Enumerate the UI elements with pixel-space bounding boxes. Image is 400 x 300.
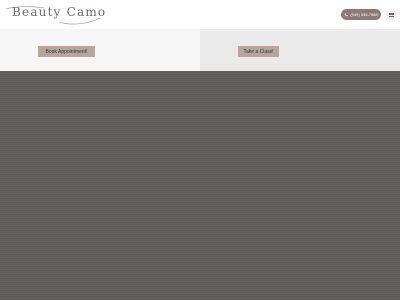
phone-icon — [345, 12, 348, 16]
take-a-class-banner: Take a Class! — [200, 29, 400, 71]
beauty-camo-logo[interactable]: Beauty Camo — [4, 2, 107, 26]
book-appointment-banner: Book Appointment! — [0, 29, 200, 71]
menu-button[interactable] — [386, 9, 397, 20]
hero-section — [0, 71, 400, 300]
logo-text: Beauty Camo — [12, 5, 107, 19]
hamburger-menu-icon — [389, 12, 394, 17]
book-appointment-button[interactable]: Book Appointment! — [38, 46, 95, 57]
take-a-class-button[interactable]: Take a Class! — [238, 46, 279, 57]
phone-number: (949) 336-7988 — [350, 12, 378, 17]
site-header: Beauty Camo (949) 336-7988 — [0, 0, 400, 29]
call-phone-button[interactable]: (949) 336-7988 — [341, 9, 381, 20]
